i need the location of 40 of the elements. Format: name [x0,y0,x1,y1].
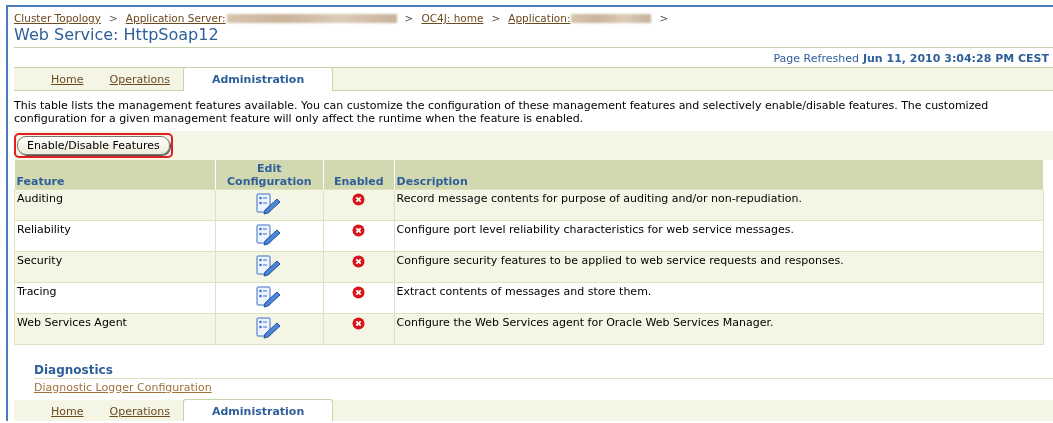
description-cell: Configure security features to be applied to web service requests and responses. [394,251,1044,283]
breadcrumb-link[interactable]: OC4J: home [421,12,484,24]
description-cell: Configure the Web Services agent for Oracle Web Services Manager. [394,313,1044,345]
tab[interactable]: Home [38,401,97,421]
feature-cell: Auditing [14,189,216,221]
refresh-time: Jun 11, 2010 3:04:28 PM CEST [862,52,1049,65]
edit-icon[interactable] [256,255,283,279]
edit-icon[interactable] [256,224,283,248]
description-cell: Configure port level reliability characteristics for web service messages. [394,220,1044,252]
breadcrumb-separator: > [491,12,501,24]
diagnostic-link[interactable]: Diagnostic Logger Configuration [34,381,212,394]
breadcrumb-link[interactable]: Application: [508,12,571,24]
feature-cell: Web Services Agent [14,313,216,345]
description-cell: Record message contents for purpose of auditing and/or non-repudiation. [394,189,1044,221]
page-title: Web Service: HttpSoap12 [14,24,1053,48]
tab[interactable]: Home [38,69,97,90]
feature-cell: Security [14,251,216,283]
feature-cell: Reliability [14,220,216,252]
description-cell: Extract contents of messages and store them. [394,282,1044,314]
breadcrumb-separator: > [659,12,669,24]
section-heading: Diagnostics [34,363,1053,379]
feature-cell: Tracing [14,282,216,314]
tab[interactable]: Administration [182,399,334,421]
tab[interactable]: Operations [96,69,183,90]
column-header: Feature [14,160,216,190]
enable-disable-button[interactable]: Enable/Disable Features [17,136,170,155]
edit-icon[interactable] [256,193,283,217]
breadcrumb-link[interactable]: Application Server: [125,12,226,24]
column-header: Enabled [323,160,395,190]
intro-text: This table lists the management features available. You can customize the configuration of these management features and selectively enable/disable features. The customized configuration for a given management feature will only affect the runtime when the feature is enabled. [14,99,990,125]
edit-icon[interactable] [256,286,283,310]
column-header: Edit Configuration [215,160,324,190]
tab[interactable]: Operations [96,401,183,421]
breadcrumb-link[interactable]: Cluster Topology [14,12,101,24]
tab[interactable]: Administration [182,67,334,91]
edit-icon[interactable] [256,317,283,341]
refresh-label: Page Refreshed [773,52,859,65]
breadcrumb-separator: > [404,12,414,24]
column-header: Description [394,160,1044,190]
breadcrumb-separator: > [108,12,118,24]
